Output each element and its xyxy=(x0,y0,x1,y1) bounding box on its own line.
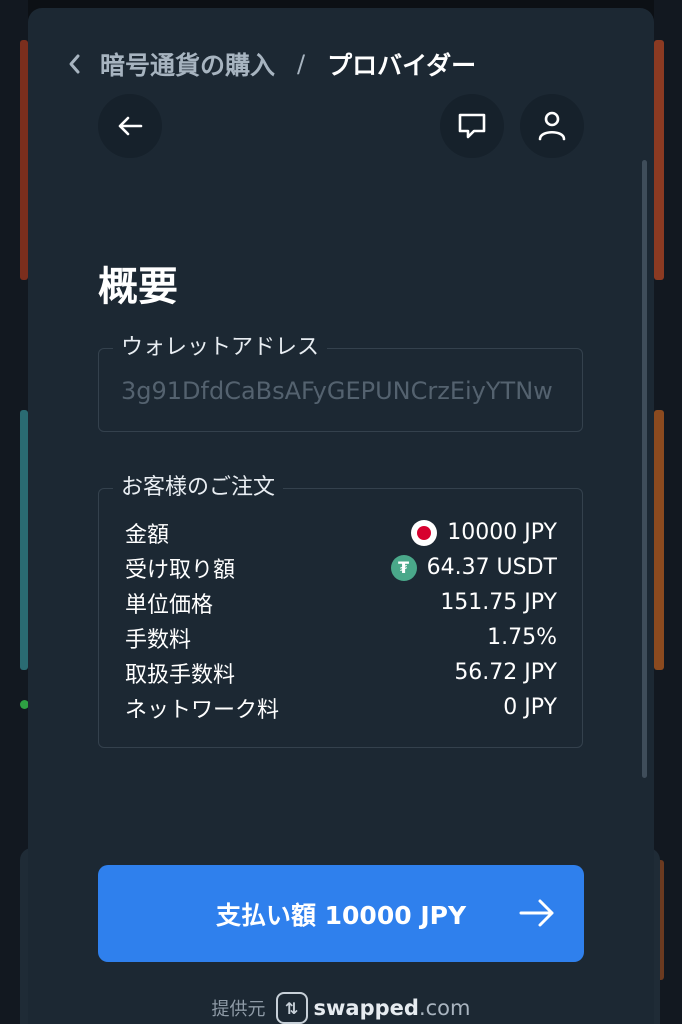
order-summary: お客様のご注文 金額 10000 JPY 受け取り額 ₮ 64.37 USDT … xyxy=(98,470,583,748)
pay-button-label: 支払い額 10000 JPY xyxy=(215,900,467,930)
order-row-fee-rate: 手数料 1.75% xyxy=(125,620,557,655)
breadcrumb: 暗号通貨の購入 / プロバイダー xyxy=(28,36,654,92)
powered-by-footer: 提供元 ⇅ swapped .com xyxy=(28,988,654,1024)
powered-by-label: 提供元 xyxy=(211,999,266,1020)
order-row-network-fee: ネットワーク料 0 JPY xyxy=(125,690,557,725)
scrollbar[interactable] xyxy=(642,160,647,778)
arrow-left-icon xyxy=(118,116,143,136)
brand-name[interactable]: swapped xyxy=(314,996,419,1020)
wallet-address-value: 3g91DfdCaBsAFyGEPUNCrzEiyYTNw xyxy=(121,377,553,405)
arrow-right-icon xyxy=(519,899,554,927)
back-button[interactable] xyxy=(98,94,162,158)
wallet-address-label: ウォレットアドレス xyxy=(113,330,328,366)
breadcrumb-separator: / xyxy=(297,50,306,78)
chat-bubble-icon xyxy=(458,113,486,139)
order-row-value: 151.75 JPY xyxy=(440,590,557,615)
order-row-value: ₮ 64.37 USDT xyxy=(390,554,557,581)
account-button[interactable] xyxy=(520,94,584,158)
order-row-value-text: 64.37 USDT xyxy=(426,555,557,580)
order-row-label: 取扱手数料 xyxy=(125,662,236,688)
order-row-value: 56.72 JPY xyxy=(454,660,557,685)
order-row-unit-price: 単位価格 151.75 JPY xyxy=(125,585,557,620)
order-row-label: 手数料 xyxy=(125,627,192,653)
order-summary-label: お客様のご注文 xyxy=(113,470,284,506)
order-row-label: 単位価格 xyxy=(125,592,214,618)
order-row-value: 1.75% xyxy=(487,625,557,650)
jp-flag-icon xyxy=(411,519,438,546)
tether-icon: ₮ xyxy=(390,554,417,581)
order-row-value: 0 JPY xyxy=(503,695,557,720)
order-row-amount: 金額 10000 JPY xyxy=(125,515,557,550)
provider-modal: 暗号通貨の購入 / プロバイダー 概要 ウォレットアドレス 3g91DfdCaB… xyxy=(28,8,654,1024)
breadcrumb-current: プロバイダー xyxy=(327,51,477,80)
order-row-label: 受け取り額 xyxy=(125,557,236,583)
summary-title: 概要 xyxy=(98,264,178,310)
wallet-address-field[interactable]: ウォレットアドレス 3g91DfdCaBsAFyGEPUNCrzEiyYTNw xyxy=(98,330,583,432)
order-row-receive: 受け取り額 ₮ 64.37 USDT xyxy=(125,550,557,585)
order-row-label: ネットワーク料 xyxy=(125,697,280,723)
order-row-handling-fee: 取扱手数料 56.72 JPY xyxy=(125,655,557,690)
chat-button[interactable] xyxy=(440,94,504,158)
order-row-value-text: 10000 JPY xyxy=(447,520,557,545)
brand-domain[interactable]: .com xyxy=(419,996,471,1020)
pay-button[interactable]: 支払い額 10000 JPY xyxy=(98,865,584,962)
swapped-logo-icon: ⇅ xyxy=(275,992,308,1024)
order-row-value: 10000 JPY xyxy=(411,519,557,546)
order-row-label: 金額 xyxy=(125,522,170,548)
user-icon xyxy=(538,111,566,141)
breadcrumb-back-chevron-icon[interactable] xyxy=(54,44,94,84)
breadcrumb-parent[interactable]: 暗号通貨の購入 xyxy=(100,46,275,82)
